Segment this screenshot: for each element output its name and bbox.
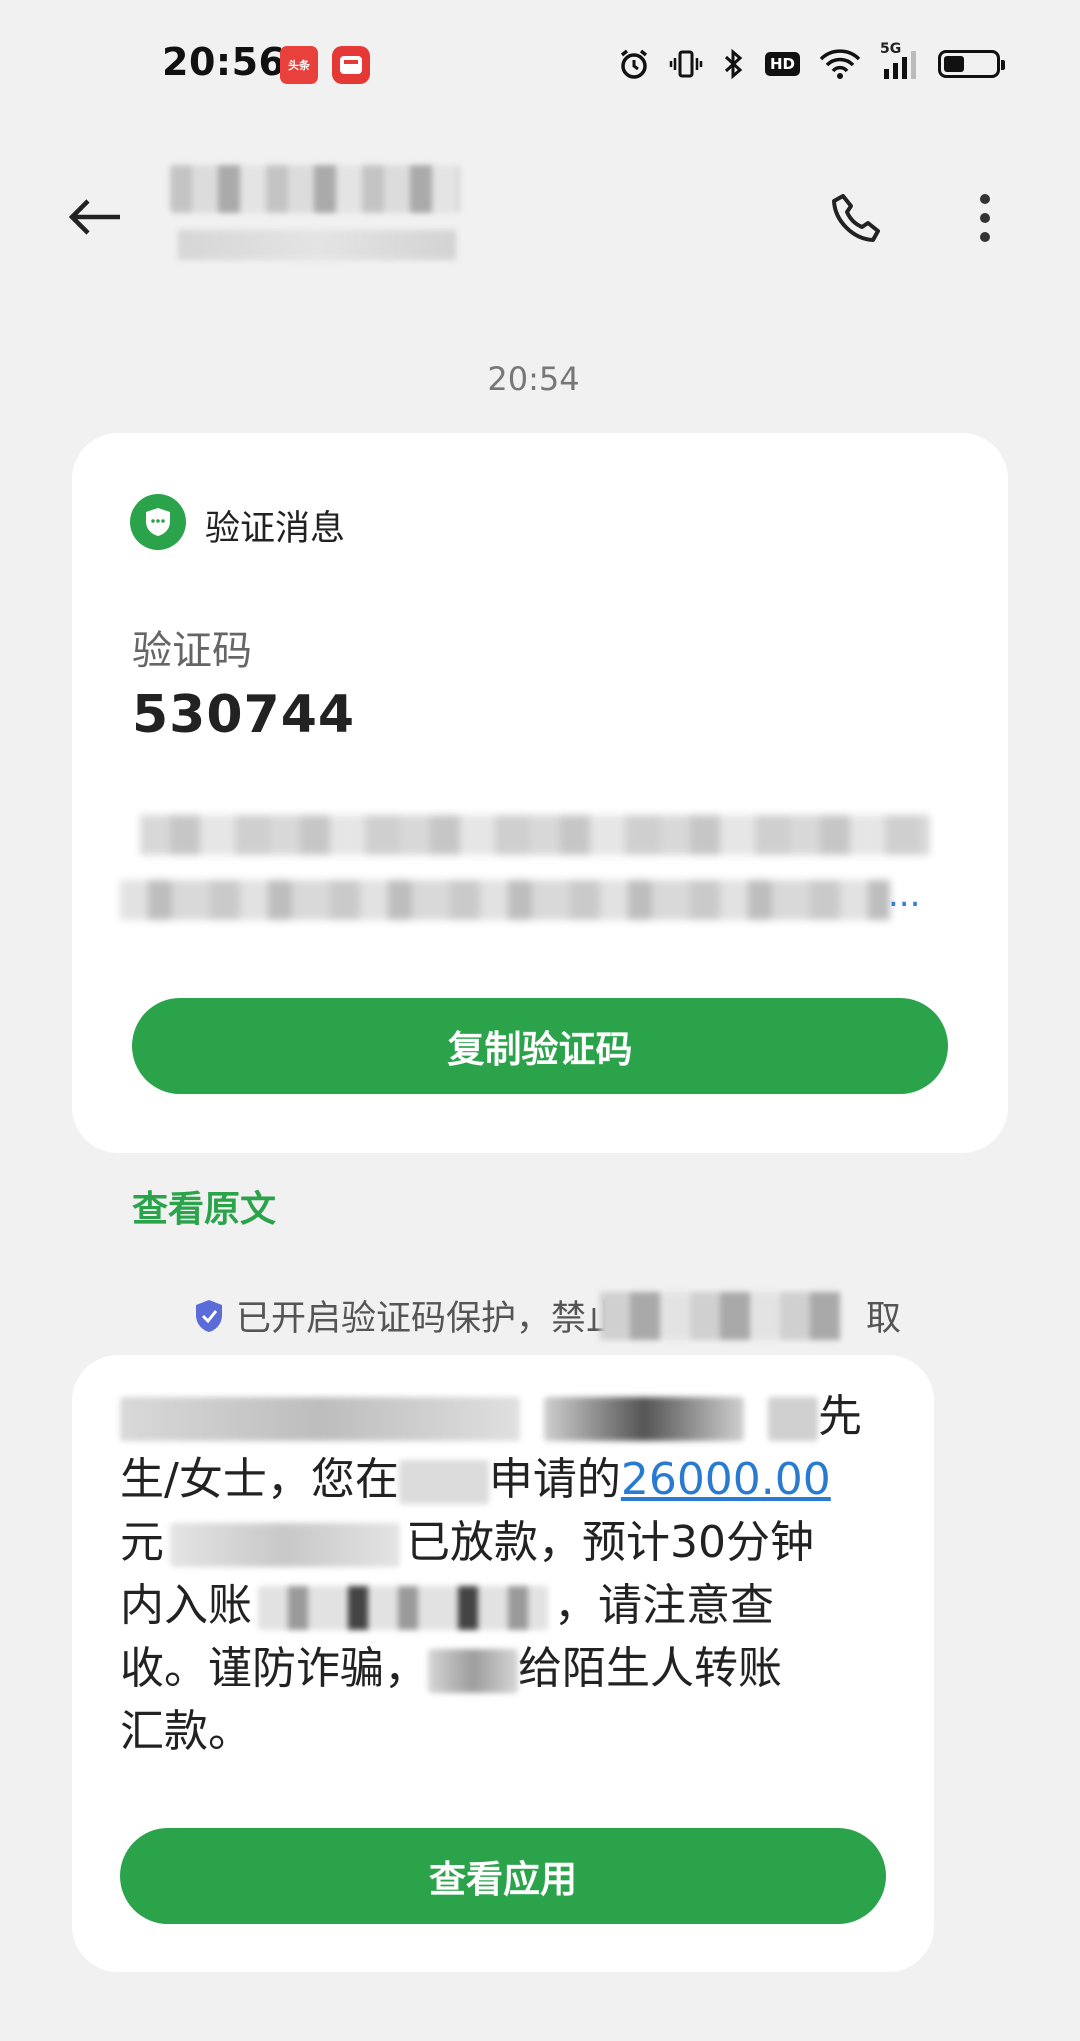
- message-timestamp: 20:54: [487, 360, 580, 398]
- verified-shield-icon: [130, 494, 186, 550]
- battery-icon: [938, 50, 1005, 78]
- message-line: 先: [120, 1385, 890, 1448]
- redacted-text: [170, 1523, 400, 1567]
- hd-badge: HD: [764, 52, 800, 76]
- vibrate-icon: [669, 47, 703, 81]
- contact-number-redacted: [178, 230, 456, 260]
- message-fragment: 内入账: [120, 1580, 252, 1631]
- call-button[interactable]: [824, 186, 888, 250]
- message-fragment: ，请注意查: [554, 1580, 774, 1631]
- status-time: 20:56: [162, 40, 286, 84]
- code-label: 验证码: [132, 628, 252, 674]
- redacted-text: [398, 1460, 489, 1504]
- arrow-left-icon: [68, 199, 120, 235]
- cellular-signal-icon: 5G: [880, 41, 920, 81]
- protection-text-redacted: [600, 1292, 840, 1340]
- back-button[interactable]: [62, 185, 126, 249]
- redacted-text: [768, 1397, 818, 1441]
- message-line: 内入账 ，请注意查: [120, 1574, 890, 1637]
- verification-code[interactable]: 530744: [132, 685, 355, 745]
- redacted-text: [120, 1397, 520, 1441]
- message-fragment: 元: [120, 1517, 164, 1568]
- contact-name-redacted: [170, 165, 460, 213]
- amount-link[interactable]: 26000.00: [621, 1454, 831, 1505]
- card-title: 验证消息: [205, 509, 346, 549]
- message-fragment: 先: [818, 1391, 862, 1442]
- network-type-label: 5G: [880, 41, 902, 57]
- phone-icon: [832, 194, 880, 242]
- message-preview-redacted: [120, 880, 890, 920]
- message-body: 先 生/女士，您在 申请的26000.00 元 已放款，预计30分钟 内入账 ，请注意…: [120, 1385, 890, 1763]
- battery-level-fill: [944, 56, 964, 72]
- redacted-text: [544, 1397, 744, 1441]
- protection-text-tail: 取: [866, 1299, 902, 1339]
- message-line: 汇款。: [120, 1706, 252, 1757]
- bluetooth-icon: [721, 47, 747, 81]
- more-text-ellipsis[interactable]: ...: [888, 875, 920, 915]
- unionpay-notification-icon: [332, 46, 370, 84]
- alarm-icon: [617, 47, 651, 81]
- redacted-text: [258, 1586, 548, 1630]
- message-line: 收。谨防诈骗， 给陌生人转账: [120, 1637, 890, 1700]
- copy-code-button[interactable]: 复制验证码: [132, 998, 948, 1094]
- message-fragment: 给陌生人转账: [518, 1643, 782, 1694]
- wifi-icon: [818, 47, 862, 81]
- toutiao-notification-icon: 头条: [280, 46, 318, 84]
- more-vertical-icon: [980, 194, 990, 242]
- message-fragment: 收。谨防诈骗，: [120, 1643, 428, 1694]
- status-icons: HD 5G: [617, 41, 1005, 86]
- protection-text: 已开启验证码保护，禁止第: [236, 1299, 657, 1339]
- message-line: 生/女士，您在 申请的26000.00: [120, 1448, 890, 1511]
- view-original-link[interactable]: 查看原文: [132, 1180, 276, 1232]
- more-options-button[interactable]: [960, 186, 1010, 250]
- message-line: 元 已放款，预计30分钟: [120, 1511, 890, 1574]
- message-fragment: 已放款，预计30分钟: [406, 1517, 814, 1568]
- protection-shield-icon: [196, 1299, 222, 1332]
- message-fragment: 申请的: [488, 1454, 621, 1505]
- message-fragment: 生/女士，您在: [120, 1454, 399, 1505]
- redacted-text: [428, 1649, 518, 1693]
- view-app-button[interactable]: 查看应用: [120, 1828, 886, 1924]
- message-preview-redacted: [140, 815, 930, 855]
